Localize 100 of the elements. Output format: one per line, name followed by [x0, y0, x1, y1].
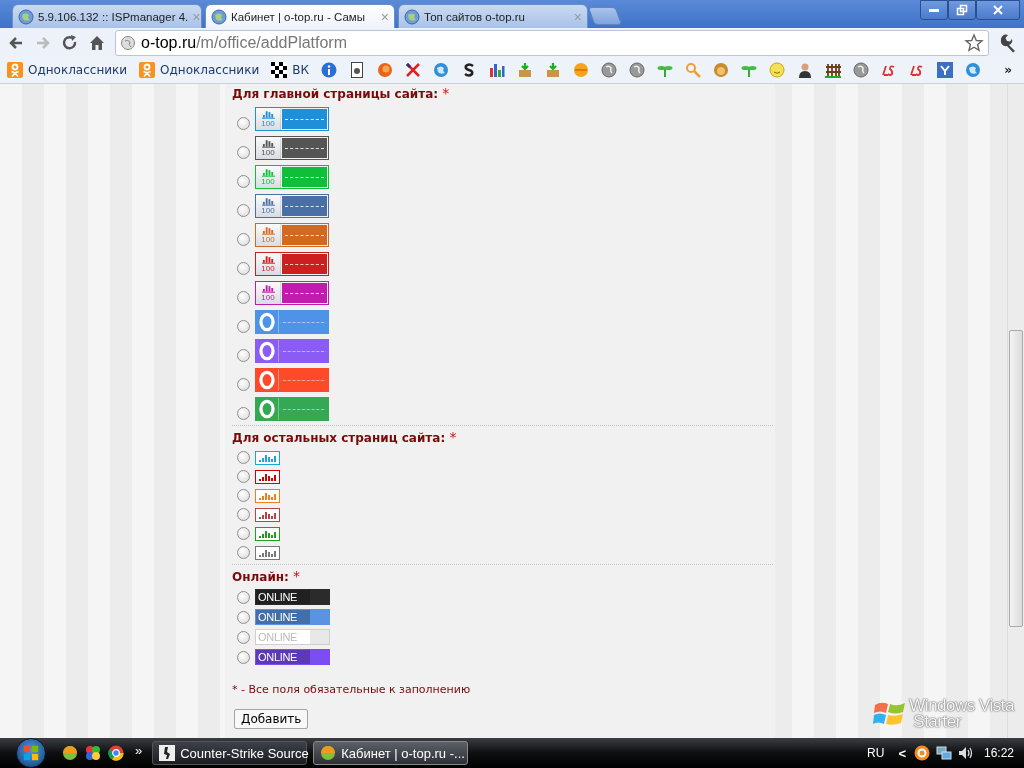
add-button[interactable]: Добавить: [234, 709, 309, 729]
browser-tab[interactable]: 5.9.106.132 :: ISPmanager 4. ×: [12, 4, 202, 28]
globe-icon: [18, 8, 34, 25]
document-icon[interactable]: [348, 62, 365, 78]
radio-button[interactable]: [237, 546, 250, 559]
watermark-text: Windows Vista: [909, 698, 1014, 714]
figure-icon: [7, 62, 23, 78]
fence-icon[interactable]: [824, 62, 841, 78]
square-icon[interactable]: [936, 62, 953, 78]
more-bookmarks-button[interactable]: »: [1004, 63, 1012, 77]
globe-icon[interactable]: [964, 62, 981, 78]
squiggle-icon[interactable]: [908, 62, 925, 78]
bookmark-link[interactable]: Одноклассники: [139, 62, 260, 78]
restore-button[interactable]: [948, 0, 976, 20]
online-badge: ONLINE: [255, 609, 330, 625]
radio-button[interactable]: [237, 527, 250, 540]
radio-button[interactable]: [237, 611, 250, 624]
game-icon: [159, 745, 176, 761]
new-tab-button[interactable]: [587, 7, 623, 25]
radio-button[interactable]: [237, 349, 250, 362]
radio-button[interactable]: [237, 291, 250, 304]
radio-button[interactable]: [237, 204, 250, 217]
counter-badge: 100: [255, 165, 329, 189]
start-button[interactable]: [16, 738, 46, 768]
scrollbar-thumb[interactable]: [1009, 330, 1023, 627]
close-button[interactable]: [976, 0, 1020, 20]
disc-icon[interactable]: [572, 62, 589, 78]
browser-icon[interactable]: [62, 745, 78, 761]
checkerboard-icon: [271, 62, 288, 78]
taskbar-button[interactable]: Кабинет | o-top.ru -...: [313, 741, 469, 765]
globe-icon: [120, 34, 136, 51]
tab-title: 5.9.106.132 :: ISPmanager 4.: [38, 10, 189, 23]
radio-button[interactable]: [237, 451, 250, 464]
app-tray-icon[interactable]: [913, 745, 930, 761]
radio-button[interactable]: [237, 470, 250, 483]
globe-icon[interactable]: [852, 62, 869, 78]
chrome-icon[interactable]: [108, 745, 124, 761]
star-icon[interactable]: [964, 32, 984, 53]
wrench-icon[interactable]: [998, 32, 1018, 53]
language-indicator[interactable]: RU: [867, 746, 885, 760]
more-button[interactable]: »: [135, 742, 143, 758]
tiles-icon[interactable]: [85, 745, 101, 761]
browser-icon: [320, 745, 337, 761]
radio-button[interactable]: [237, 175, 250, 188]
box-icon[interactable]: [516, 62, 533, 78]
radio-button[interactable]: [237, 233, 250, 246]
online-badge: ONLINE: [255, 589, 330, 605]
figure-icon: [139, 62, 156, 78]
counter-badge: 100: [255, 194, 329, 218]
globe-icon: [211, 8, 227, 25]
radio-button[interactable]: [237, 407, 250, 420]
bookmark-link[interactable]: ВК: [271, 62, 309, 78]
radio-button[interactable]: [237, 591, 250, 604]
person-icon[interactable]: [796, 62, 813, 78]
taskbar-button[interactable]: Counter-Strike Source: [152, 741, 308, 765]
section-heading: Для главной страницы сайта: *: [232, 86, 451, 102]
counter-badge: 100: [255, 223, 329, 247]
globe-icon[interactable]: [600, 62, 617, 78]
minimize-icon: [929, 8, 939, 12]
squiggle-icon[interactable]: [880, 62, 897, 78]
home-icon[interactable]: [88, 33, 106, 52]
browser-tab[interactable]: Кабинет | o-top.ru - Самы ×: [205, 4, 395, 28]
clock: 16:22: [983, 746, 1014, 760]
minimize-button[interactable]: [920, 0, 948, 20]
radio-button[interactable]: [237, 378, 250, 391]
online-badge: ONLINE: [255, 629, 330, 645]
globe-icon[interactable]: [628, 62, 645, 78]
network-icon[interactable]: [935, 745, 952, 761]
close-icon: [992, 4, 1004, 16]
restore-icon: [956, 4, 968, 16]
address-field[interactable]: o-top.ru/m/office/addPlatform: [115, 29, 989, 56]
required-note: * - Все поля обязательные к заполнению: [232, 683, 472, 696]
radio-button[interactable]: [237, 146, 250, 159]
box-icon[interactable]: [544, 62, 561, 78]
radio-button[interactable]: [237, 489, 250, 502]
search-icon[interactable]: [684, 62, 701, 78]
globe-icon: [404, 8, 420, 25]
smiley-icon[interactable]: [768, 62, 785, 78]
online-badge: ONLINE: [255, 649, 330, 665]
radio-button[interactable]: [237, 651, 250, 664]
counter-badge: 100: [255, 281, 329, 305]
radio-button[interactable]: [237, 320, 250, 333]
radio-button[interactable]: [237, 631, 250, 644]
tools-icon[interactable]: [404, 62, 421, 78]
radio-button[interactable]: [237, 508, 250, 521]
radio-button[interactable]: [237, 117, 250, 130]
chart-icon[interactable]: [488, 62, 505, 78]
browser-tab[interactable]: Топ сайтов o-top.ru ×: [398, 4, 588, 28]
section-heading: Онлайн: *: [232, 569, 302, 585]
tray-expand-button[interactable]: <: [898, 745, 906, 761]
radio-button[interactable]: [237, 262, 250, 275]
info-icon[interactable]: [320, 62, 337, 78]
bookmark-link[interactable]: Одноклассники: [7, 62, 128, 78]
globe-icon[interactable]: [432, 62, 449, 78]
counter-badge: 100: [255, 136, 329, 160]
watermark-text: Starter: [913, 714, 962, 730]
tab-title: Кабинет | o-top.ru - Самы: [231, 10, 366, 23]
section-heading: Для остальных страниц сайта: *: [232, 430, 458, 446]
reload-icon[interactable]: [61, 33, 79, 52]
speaker-icon[interactable]: [957, 745, 974, 761]
